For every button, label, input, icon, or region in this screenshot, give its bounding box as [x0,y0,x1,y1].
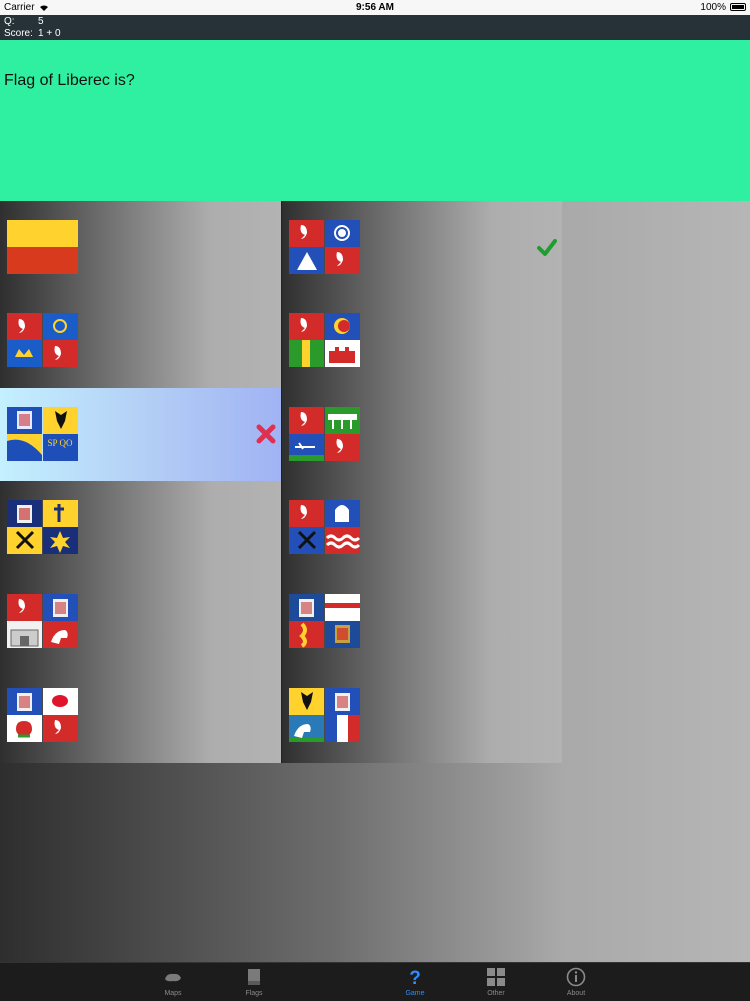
status-bar: Carrier 9:56 AM 100% [0,0,750,15]
tab-label-maps: Maps [164,990,182,997]
tab-bar: Maps Flags ? Game Other About [0,962,750,1001]
flag-quartered-rose-towers [289,313,360,367]
flag-spqo-text: SP QO [48,438,73,448]
battery-percent: 100% [700,2,726,13]
map-icon [163,967,183,987]
flag-quartered-bridge-plough [289,407,360,461]
info-icon [566,967,586,987]
wrong-mark-icon [256,424,276,444]
tab-game[interactable]: ? Game [375,963,455,1001]
option-right-1[interactable] [282,201,562,294]
score-label: Score: [4,28,33,39]
option-right-2[interactable] [282,294,562,387]
tab-blank[interactable] [295,963,375,1001]
flag-quartered-eagle-horse [289,688,360,742]
option-left-5[interactable] [0,575,281,668]
answer-options: SP QO [0,201,562,763]
option-right-5[interactable] [282,575,562,668]
option-right-6[interactable] [282,669,562,762]
tab-about[interactable]: About [536,963,616,1001]
flag-bicolor-yellow-red [7,220,78,274]
flag-quartered-wheel-mountain [289,220,360,274]
battery-icon [730,3,746,11]
tab-label-flags: Flags [245,990,263,997]
question-counter-label: Q: [4,16,15,27]
svg-text:?: ? [409,968,421,987]
flag-quartered-lion-crown [7,313,78,367]
option-left-2[interactable] [0,294,281,387]
flag-quartered-mitre-waves [289,500,360,554]
question-counter: Q: 5 [4,16,44,28]
tab-other[interactable]: Other [456,963,536,1001]
tab-label-about: About [566,990,586,997]
option-right-3[interactable] [282,388,562,481]
option-left-3[interactable]: SP QO [0,388,281,481]
question-text: Flag of Liberec is? [4,72,135,89]
options-column-right [281,201,562,763]
tab-flags[interactable]: Flags [214,963,294,1001]
grid-icon [486,967,506,987]
flag-quartered-eagle-cross [7,500,78,554]
score: Score: 1 + 0 [4,28,61,40]
score-value: 1 + 0 [38,28,61,39]
tab-maps[interactable]: Maps [133,963,213,1001]
info-bar: Q: 5 Score: 1 + 0 [0,15,750,40]
flag-icon [244,967,264,987]
question-icon: ? [405,967,425,989]
question-panel: Flag of Liberec is? [0,40,750,201]
option-left-6[interactable] [0,669,281,762]
tab-label-other: Other [487,990,505,997]
correct-mark-icon [537,237,557,257]
question-counter-value: 5 [38,16,44,27]
tab-label-game: Game [405,990,425,997]
flag-quartered-lion-horse [7,594,78,648]
option-right-4[interactable] [282,481,562,574]
option-left-1[interactable] [0,201,281,294]
status-time: 9:56 AM [356,2,394,13]
flag-quartered-eagle-stripes [289,594,360,648]
flag-spqo-moravian: SP QO [7,407,78,461]
options-column-left: SP QO [0,201,281,763]
flag-quartered-eagle-rose [7,688,78,742]
option-left-4[interactable] [0,481,281,574]
